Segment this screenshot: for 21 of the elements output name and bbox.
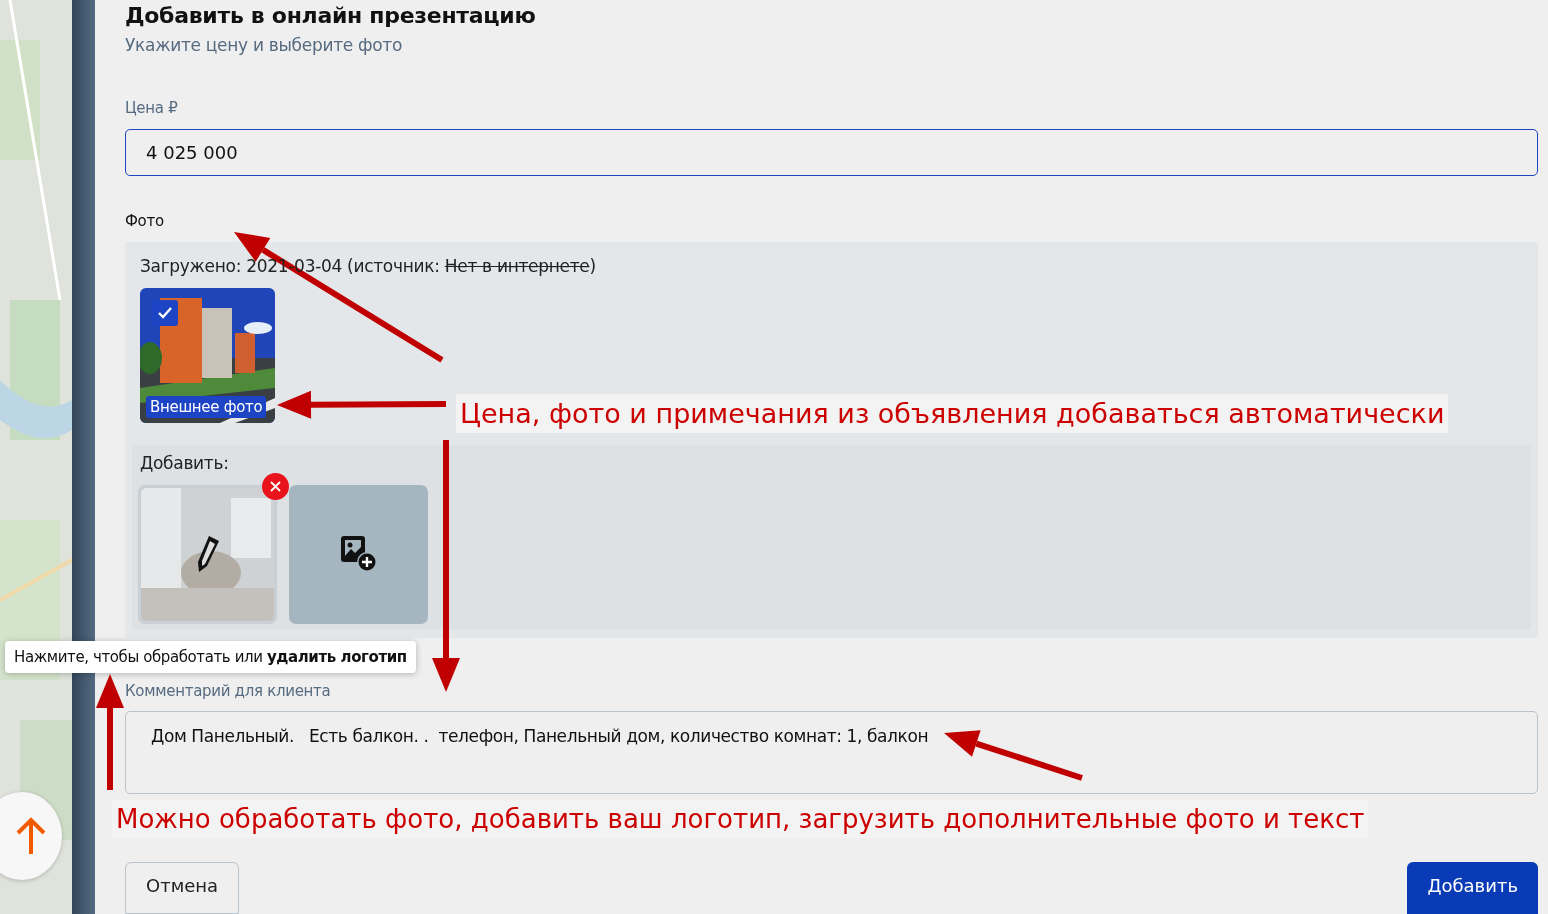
annotation-text: Можно обработать фото, добавить ваш логотип, загрузить дополнительные фото и текст (112, 800, 1369, 838)
dialog-subtitle: Укажите цену и выберите фото (125, 35, 404, 55)
dialog-title: Добавить в онлайн презентацию (125, 3, 537, 28)
price-field[interactable]: 4 025 000 (125, 129, 1538, 176)
cancel-button[interactable]: Отмена (125, 862, 240, 914)
photo-label: Фото (125, 211, 165, 230)
photo-tag: Внешнее фото (146, 395, 267, 418)
add-label: Добавить: (139, 452, 230, 473)
add-image-icon (339, 535, 378, 574)
remove-button[interactable] (262, 472, 289, 500)
check-icon (158, 306, 172, 319)
close-icon (270, 480, 281, 492)
select-checkbox[interactable] (152, 299, 178, 326)
up-arrow-icon (16, 817, 46, 855)
comment-label: Комментарий для клиента (125, 681, 332, 700)
price-label: Цена ₽ (125, 99, 179, 117)
annotation-text: Цена, фото и примечания из объявления добаваться автоматически (456, 394, 1449, 433)
comment-field[interactable]: Дом Панельный. Есть балкон. . телефон, Панельный дом, количество комнат: 1, балкон (125, 710, 1538, 794)
add-button[interactable]: Добавить (1407, 862, 1538, 914)
upload-tile[interactable] (289, 484, 428, 624)
tooltip: Нажмите, чтобы обработать или удалить логотип (5, 641, 416, 673)
